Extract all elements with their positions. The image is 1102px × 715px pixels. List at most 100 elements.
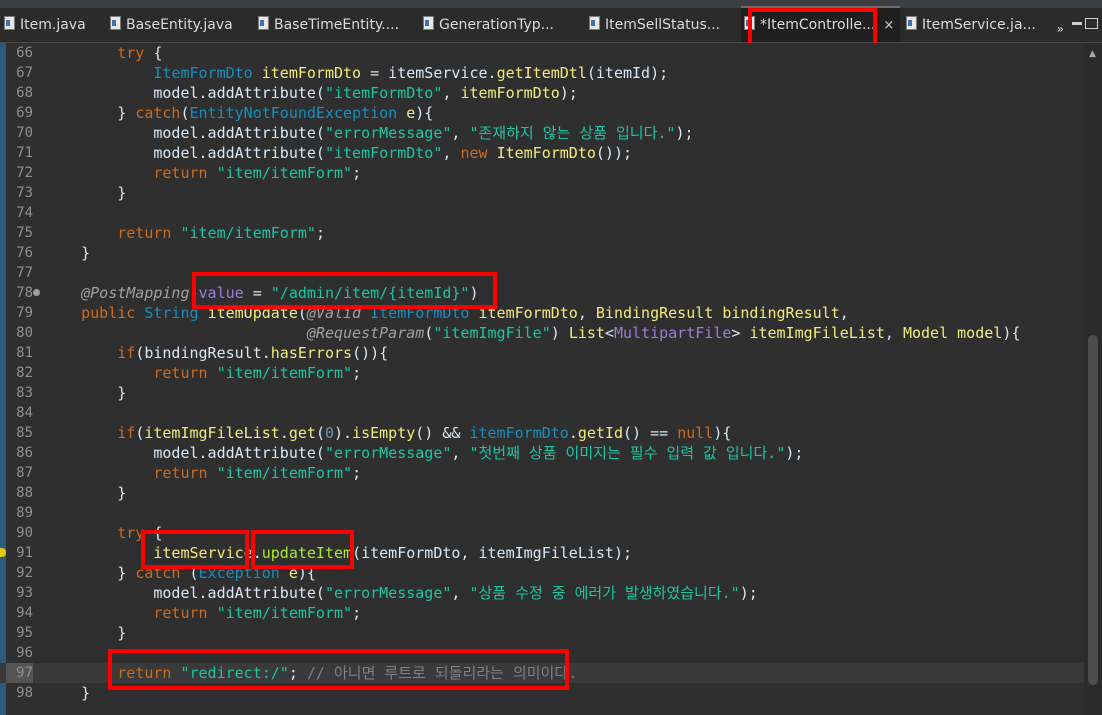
line-number: 82 (16, 365, 33, 381)
code-line: 85 if(itemImgFileList.get(0).isEmpty() &… (0, 423, 1084, 443)
code-line: 95 } (0, 623, 1084, 643)
code-line: 79 public String itemUpdate(@Valid ItemF… (0, 303, 1084, 323)
tab-base-time-entity[interactable]: BaseTimeEntity.... (258, 8, 399, 42)
code-text: model.addAttribute("errorMessage", "존재하지… (45, 124, 694, 142)
line-number: 95 (16, 625, 33, 641)
code-text: return "item/itemForm"; (153, 604, 362, 622)
line-number: 90 (16, 525, 33, 541)
code-line: 75 return "item/itemForm"; (0, 223, 1084, 243)
more-tabs-icon[interactable]: » (1057, 16, 1064, 42)
code-line: 84 (0, 403, 1084, 423)
code-line: 74 (0, 203, 1084, 223)
code-editor[interactable]: 66 try { 67 ItemFormDto itemFormDto = it… (0, 43, 1102, 715)
vertical-scrollbar[interactable]: ▲ (1084, 43, 1102, 715)
line-number: 72 (16, 165, 33, 181)
code-text: } catch(EntityNotFoundException e){ (45, 104, 434, 122)
code-line: 86 model.addAttribute("errorMessage", "첫… (0, 443, 1084, 463)
line-number: 78 (16, 285, 33, 301)
tab-item-sell-status[interactable]: ItemSellStatus... (589, 8, 720, 42)
code-line: 92 } catch (Exception e){ (0, 563, 1084, 583)
line-number: 91 (16, 545, 33, 561)
code-line: 82 return "item/itemForm"; (0, 363, 1084, 383)
line-number: 96 (16, 645, 33, 661)
line-number: 67 (16, 65, 33, 81)
java-file-icon (4, 16, 15, 30)
tab-generation-type[interactable]: GenerationTyp... (423, 8, 554, 42)
editor-tab-bar: Item.java BaseEntity.java BaseTimeEntity… (0, 6, 1102, 43)
code-text: return "redirect:/"; // 아니면 루트로 되돌리라는 의미… (117, 664, 578, 682)
line-number: 83 (16, 385, 33, 401)
code-text: model.addAttribute("itemFormDto", itemFo… (45, 84, 578, 102)
tab-item-service[interactable]: ItemService.ja... (906, 8, 1036, 42)
code-line: 81 if(bindingResult.hasErrors()){ (0, 343, 1084, 363)
line-number: 87 (16, 465, 33, 481)
line-number: 68 (16, 85, 33, 101)
line-number: 69 (16, 105, 33, 121)
code-text: } (45, 624, 127, 642)
line-number: 71 (16, 145, 33, 161)
code-line: 88 } (0, 483, 1084, 503)
code-text: model.addAttribute("errorMessage", "상품 수… (45, 584, 758, 602)
line-number: 93 (16, 585, 33, 601)
close-icon[interactable]: × (883, 18, 894, 33)
class-file-icon (423, 16, 434, 30)
minimize-icon[interactable] (1072, 22, 1082, 25)
code-line-current: 97 return "redirect:/"; // 아니면 루트로 되돌리라는… (0, 663, 1084, 683)
code-line: 77 (0, 263, 1084, 283)
code-text: @RequestParam("itemImgFile") List<Multip… (306, 324, 1021, 342)
java-file-icon (258, 16, 269, 30)
toolbar-strip (0, 0, 1102, 8)
tab-label: BaseEntity.java (126, 17, 233, 33)
scroll-up-icon[interactable]: ▲ (1089, 49, 1096, 59)
code-line: 69 } catch(EntityNotFoundException e){ (0, 103, 1084, 123)
tab-item-controller[interactable]: *ItemControlle... × (741, 6, 901, 42)
scrollbar-thumb[interactable] (1088, 335, 1098, 685)
line-number: 66 (16, 45, 33, 61)
code-line: 80 @RequestParam("itemImgFile") List<Mul… (0, 323, 1084, 343)
line-number: 85 (16, 425, 33, 441)
code-text: } (45, 484, 127, 502)
code-text: if(itemImgFileList.get(0).isEmpty() && i… (117, 424, 732, 442)
tab-label: ItemService.ja... (922, 17, 1036, 33)
code-line: 91 itemService.updateItem(itemFormDto, i… (0, 543, 1084, 563)
code-text: try { (117, 44, 163, 62)
code-line: 90 try { (0, 523, 1084, 543)
code-line: 98 } (0, 683, 1084, 703)
maximize-icon[interactable] (1085, 18, 1098, 29)
java-file-icon (589, 16, 600, 30)
code-text: return "item/itemForm"; (117, 224, 325, 242)
code-text: @PostMapping(value = "/admin/item/{itemI… (81, 284, 479, 302)
line-number: 92 (16, 565, 33, 581)
override-marker-icon[interactable] (33, 289, 40, 296)
line-number: 80 (16, 325, 33, 341)
code-text: itemService.updateItem(itemFormDto, item… (153, 544, 633, 562)
code-text: model.addAttribute("itemFormDto", new It… (45, 144, 633, 162)
code-text: ItemFormDto itemFormDto = itemService.ge… (153, 64, 669, 82)
code-line: 70 model.addAttribute("errorMessage", "존… (0, 123, 1084, 143)
code-text: return "item/itemForm"; (153, 164, 362, 182)
code-text: return "item/itemForm"; (153, 464, 362, 482)
code-text: if(bindingResult.hasErrors()){ (117, 344, 389, 362)
code-line: 94 return "item/itemForm"; (0, 603, 1084, 623)
tab-label: BaseTimeEntity.... (274, 17, 400, 33)
line-number: 97 (6, 663, 33, 683)
line-number: 75 (16, 225, 33, 241)
code-line: 93 model.addAttribute("errorMessage", "상… (0, 583, 1084, 603)
tab-label: *ItemControlle... (760, 17, 876, 33)
code-line: 67 ItemFormDto itemFormDto = itemService… (0, 63, 1084, 83)
line-number: 98 (16, 685, 33, 701)
code-text: } (45, 244, 91, 262)
line-number: 76 (16, 245, 33, 261)
line-number: 70 (16, 125, 33, 141)
java-file-icon (110, 16, 121, 30)
tab-base-entity[interactable]: BaseEntity.java (110, 8, 233, 42)
code-line: 78 @PostMapping(value = "/admin/item/{it… (0, 283, 1084, 303)
tab-label: Item.java (20, 17, 86, 33)
code-line: 89 (0, 503, 1084, 523)
line-number: 89 (16, 505, 33, 521)
line-number: 88 (16, 485, 33, 501)
java-file-icon (744, 16, 755, 30)
line-number: 74 (16, 205, 33, 221)
tab-item-java[interactable]: Item.java (4, 8, 86, 42)
code-text: } (45, 384, 127, 402)
